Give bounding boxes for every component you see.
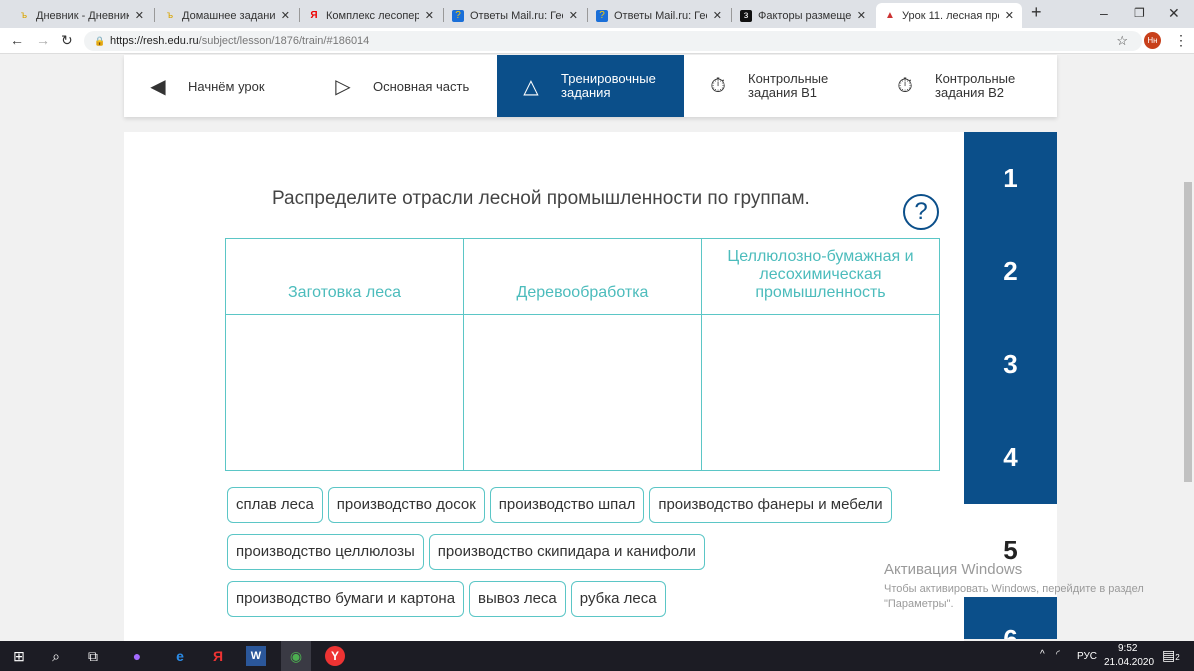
taskbar: ⊞ ⌕ ⧉ ● e Я W ◉ Y ^ ◜ РУС 9:52 21.04.202… <box>0 641 1194 671</box>
column-header: Целлюлозно-бумажная и лесохимическая про… <box>701 238 940 315</box>
lesson-nav: ◀ Начнём урок ▷ Основная часть △ Тренировоч… <box>124 55 1057 117</box>
draggable-chip[interactable]: производство досок <box>327 487 485 523</box>
draggable-chip[interactable]: вывоз леса <box>469 581 566 617</box>
yandex-browser-icon[interactable]: Я <box>208 646 228 666</box>
profile-avatar[interactable]: Нн <box>1144 32 1161 49</box>
close-tab-icon[interactable]: ✕ <box>135 9 144 22</box>
z-icon: з <box>740 9 752 22</box>
search-icon[interactable]: ⌕ <box>46 646 66 666</box>
megaphone-icon: ◀ <box>150 75 166 98</box>
close-tab-icon[interactable]: ✕ <box>1005 9 1014 22</box>
mail-answers-icon: ? <box>596 9 608 22</box>
minimize-button[interactable]: – <box>1100 5 1108 21</box>
dnevnik-icon: ъ <box>20 9 28 21</box>
browser-tab[interactable]: ъДневник - Дневник.ру✕ <box>10 3 152 28</box>
tab-bar: ъДневник - Дневник.ру✕ ъДомашнее задание… <box>0 0 1194 28</box>
word-icon[interactable]: W <box>246 646 266 666</box>
nav-training[interactable]: △ Тренировочные задания <box>497 55 684 117</box>
draggable-chip[interactable]: производство шпал <box>489 487 645 523</box>
url-input[interactable]: 🔒 https://resh.edu.ru/subject/lesson/1876… <box>84 31 1142 51</box>
scrollbar-thumb[interactable] <box>1184 182 1192 482</box>
wifi-icon[interactable]: ◜ <box>1056 649 1060 660</box>
tray-chevron-icon[interactable]: ^ <box>1040 649 1045 660</box>
dnevnik-icon: ъ <box>166 9 174 21</box>
nav-control-b2[interactable]: ⏱ Контрольные задания В2 <box>871 55 1057 117</box>
task-question: Распределите отрасли лесной промышленнос… <box>272 188 810 209</box>
new-tab-button[interactable]: + <box>1031 2 1042 23</box>
draggable-chip[interactable]: производство фанеры и мебели <box>649 487 892 523</box>
task-view-icon[interactable]: ⧉ <box>83 646 103 666</box>
play-icon: ▷ <box>335 75 351 98</box>
help-button[interactable]: ? <box>903 194 939 230</box>
browser-tab[interactable]: ъДомашнее задание - Д✕ <box>156 3 298 28</box>
lock-icon: 🔒 <box>94 36 106 46</box>
forward-icon[interactable]: → <box>36 32 50 48</box>
clock-time[interactable]: 9:52 <box>1118 643 1137 654</box>
step-4[interactable]: 4 <box>964 411 1057 504</box>
resh-icon: ▲ <box>885 9 895 21</box>
notifications-icon[interactable]: ▤2 <box>1162 647 1180 664</box>
column-header: Заготовка леса <box>225 238 464 315</box>
close-tab-icon[interactable]: ✕ <box>713 9 722 22</box>
yandex-icon[interactable]: Y <box>325 646 345 666</box>
browser-tab[interactable]: ?Ответы Mail.ru: Георг✕ <box>588 3 730 28</box>
alice-icon[interactable]: ● <box>127 646 147 666</box>
step-2[interactable]: 2 <box>964 225 1057 318</box>
draggable-chip[interactable]: рубка леса <box>570 581 666 617</box>
menu-icon[interactable]: ⋮ <box>1174 32 1188 49</box>
draggable-chip[interactable]: производство целлюлозы <box>227 534 424 570</box>
nav-start[interactable]: ◀ Начнём урок <box>124 55 309 117</box>
nav-main[interactable]: ▷ Основная часть <box>309 55 497 117</box>
task-card: Распределите отрасли лесной промышленнос… <box>124 132 964 642</box>
mail-answers-icon: ? <box>452 9 464 22</box>
draggable-chip[interactable]: производство скипидара и канифоли <box>428 534 705 570</box>
browser-tab[interactable]: ЯКомплекс лесоперера✕ <box>300 3 442 28</box>
browser-tab-active[interactable]: ▲Урок 11. лесная пром✕ <box>876 3 1022 28</box>
pyramid-icon: △ <box>523 75 539 98</box>
language-indicator[interactable]: РУС <box>1077 651 1097 662</box>
windows-activation-watermark: Активация Windows Чтобы активировать Win… <box>884 561 1144 610</box>
back-icon[interactable]: ← <box>10 32 24 48</box>
chrome-icon[interactable]: ◉ <box>281 641 311 671</box>
drop-zone[interactable] <box>463 314 702 471</box>
browser-tab[interactable]: зФакторы размещения✕ <box>732 3 874 28</box>
close-window-button[interactable]: ✕ <box>1168 5 1180 22</box>
chip-pool: сплав леса производство досок производст… <box>227 487 947 628</box>
browser-tab[interactable]: ?Ответы Mail.ru: Георг✕ <box>444 3 586 28</box>
close-tab-icon[interactable]: ✕ <box>425 9 434 22</box>
drop-zone[interactable] <box>225 314 464 471</box>
draggable-chip[interactable]: сплав леса <box>227 487 323 523</box>
scrollbar[interactable] <box>1182 55 1194 641</box>
stopwatch-icon: ⏱ <box>710 74 726 97</box>
close-tab-icon[interactable]: ✕ <box>281 9 290 22</box>
close-tab-icon[interactable]: ✕ <box>857 9 866 22</box>
star-icon[interactable]: ☆ <box>1116 31 1128 51</box>
yandex-icon: Я <box>310 9 318 21</box>
reload-icon[interactable]: ↻ <box>61 32 73 49</box>
nav-control-b1[interactable]: ⏱ Контрольные задания В1 <box>684 55 871 117</box>
step-3[interactable]: 3 <box>964 318 1057 411</box>
close-tab-icon[interactable]: ✕ <box>569 9 578 22</box>
stopwatch-icon: ⏱ <box>897 74 913 97</box>
grouping-table: Заготовка леса Деревообработка Целлюлозн… <box>225 238 940 471</box>
column-header: Деревообработка <box>463 238 702 315</box>
draggable-chip[interactable]: производство бумаги и картона <box>227 581 465 617</box>
address-bar: ← → ↻ 🔒 https://resh.edu.ru/subject/lesso… <box>0 28 1194 54</box>
start-icon[interactable]: ⊞ <box>9 646 29 666</box>
step-1[interactable]: 1 <box>964 132 1057 225</box>
clock-date[interactable]: 21.04.2020 <box>1104 657 1154 668</box>
restore-button[interactable]: ❐ <box>1134 6 1145 20</box>
drop-zone[interactable] <box>701 314 940 471</box>
edge-icon[interactable]: e <box>170 646 190 666</box>
